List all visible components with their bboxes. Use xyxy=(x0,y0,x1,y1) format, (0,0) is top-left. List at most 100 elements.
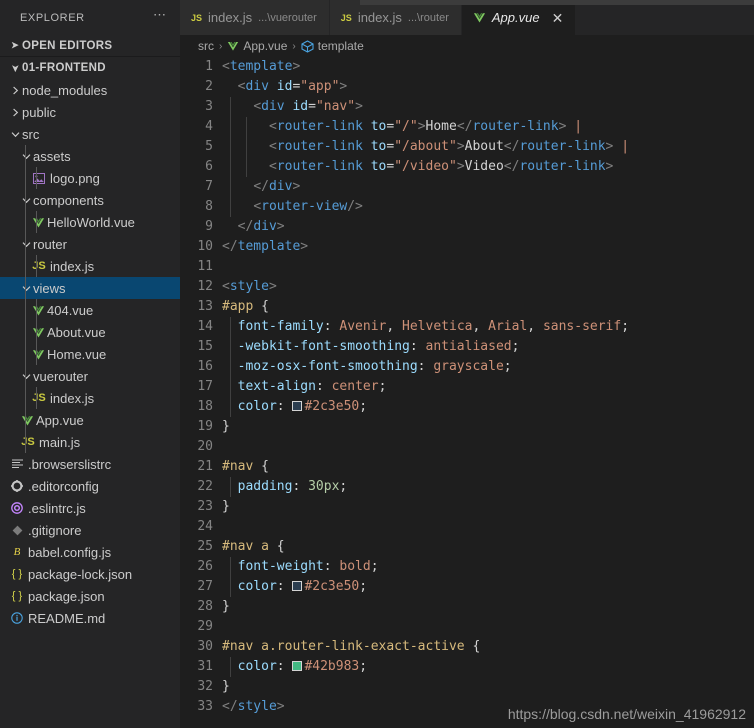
ellipsis-icon[interactable]: ⋯ xyxy=(153,8,168,25)
code-token: ; xyxy=(621,319,630,334)
code-line[interactable]: 26 font-weight: bold; xyxy=(180,557,754,577)
js-icon: JS xyxy=(340,12,352,23)
tree-folder-router[interactable]: router xyxy=(0,233,180,255)
code-token: 30px xyxy=(308,479,340,494)
breadcrumb-label: template xyxy=(317,39,364,53)
code-line[interactable]: 16 -moz-osx-font-smoothing: grayscale; xyxy=(180,357,754,377)
code-line[interactable]: 11 xyxy=(180,257,754,277)
code-editor[interactable]: 1 <template> 2 <div id="app"> 3 <div id="na… xyxy=(180,57,754,728)
code-line[interactable]: 21 #nav { xyxy=(180,457,754,477)
code-token: router-link xyxy=(276,159,363,174)
tree-item-label: node_modules xyxy=(22,82,108,98)
line-number: 10 xyxy=(197,239,213,254)
code-line[interactable]: 13 #app { xyxy=(180,297,754,317)
code-line[interactable]: 17 text-align: center; xyxy=(180,377,754,397)
color-swatch[interactable] xyxy=(292,661,303,671)
tree-file-eslintrc-js[interactable]: .eslintrc.js xyxy=(0,497,180,519)
code-line[interactable]: 3 <div id="nav"> xyxy=(180,97,754,117)
code-line[interactable]: 19} xyxy=(180,417,754,437)
code-indent-guide xyxy=(230,317,231,337)
code-token: router-link xyxy=(472,119,559,134)
code-line[interactable]: 8 <router-view/> xyxy=(180,197,754,217)
code-line[interactable]: 25 #nav a { xyxy=(180,537,754,557)
code-token: > xyxy=(456,139,465,154)
tree-file-editorconfig[interactable]: .editorconfig xyxy=(0,475,180,497)
code-line[interactable]: 30 #nav a.router-link-exact-active { xyxy=(180,637,754,657)
code-line[interactable]: 32} xyxy=(180,677,754,697)
code-line[interactable]: 7 </div> xyxy=(180,177,754,197)
code-line[interactable]: 24 xyxy=(180,517,754,537)
code-line[interactable]: 5 <router-link to="/about">About</router… xyxy=(180,137,754,157)
tree-folder-src[interactable]: src xyxy=(0,123,180,145)
code-line[interactable]: 10 </template> xyxy=(180,237,754,257)
indent-guide xyxy=(36,387,37,409)
tree-file-readme-md[interactable]: README.md xyxy=(0,607,180,629)
code-token: < xyxy=(253,199,262,214)
tree-folder-assets[interactable]: assets xyxy=(0,145,180,167)
code-line-content: -moz-osx-font-smoothing: grayscale; xyxy=(222,357,754,377)
code-line[interactable]: 18 color: #2c3e50; xyxy=(180,397,754,417)
chevron-right-icon xyxy=(8,86,22,95)
tree-folder-vuerouter[interactable]: vuerouter xyxy=(0,365,180,387)
breadcrumb-item-app-vue[interactable]: App.vue xyxy=(227,39,287,53)
editor-tab-app-vue[interactable]: App.vue ✕ xyxy=(461,0,577,35)
tree-file-main-js[interactable]: JS main.js xyxy=(0,431,180,453)
line-number: 23 xyxy=(197,499,213,514)
code-line[interactable]: 28} xyxy=(180,597,754,617)
code-line[interactable]: 20 xyxy=(180,437,754,457)
color-swatch[interactable] xyxy=(292,401,303,411)
tree-file-package-lock-json[interactable]: { } package-lock.json xyxy=(0,563,180,585)
line-number: 21 xyxy=(197,459,213,474)
code-line[interactable]: 6 <router-link to="/video">Video</router… xyxy=(180,157,754,177)
tree-folder-node-modules[interactable]: node_modules xyxy=(0,79,180,101)
code-line[interactable]: 4 <router-link to="/">Home</router-link>… xyxy=(180,117,754,137)
breadcrumb-item-src[interactable]: src xyxy=(198,39,214,53)
tree-file-index-js[interactable]: JS index.js xyxy=(0,255,180,277)
tree-file-package-json[interactable]: { } package.json xyxy=(0,585,180,607)
code-line[interactable]: 29 xyxy=(180,617,754,637)
color-swatch[interactable] xyxy=(292,581,303,591)
code-line[interactable]: 15 -webkit-font-smoothing: antialiased; xyxy=(180,337,754,357)
tree-file-index-js[interactable]: JS index.js xyxy=(0,387,180,409)
tree-file-about-vue[interactable]: About.vue xyxy=(0,321,180,343)
code-token: < xyxy=(222,59,230,74)
tree-folder-components[interactable]: components xyxy=(0,189,180,211)
editor-tab-index-js[interactable]: JS index.js ...\vuerouter xyxy=(180,0,330,35)
code-line[interactable]: 22 padding: 30px; xyxy=(180,477,754,497)
line-number: 27 xyxy=(197,579,213,594)
line-number: 18 xyxy=(197,399,213,414)
tree-file-helloworld-vue[interactable]: HelloWorld.vue xyxy=(0,211,180,233)
code-line[interactable]: 1 <template> xyxy=(180,57,754,77)
code-line[interactable]: 12 <style> xyxy=(180,277,754,297)
editor-tab-index-js[interactable]: JS index.js ...\router xyxy=(329,0,462,35)
chevron-right-icon xyxy=(8,108,22,117)
code-line[interactable]: 33 </style> xyxy=(180,697,754,717)
code-line[interactable]: 14 font-family: Avenir, Helvetica, Arial… xyxy=(180,317,754,337)
tree-folder-public[interactable]: public xyxy=(0,101,180,123)
tree-file-home-vue[interactable]: Home.vue xyxy=(0,343,180,365)
line-number: 17 xyxy=(197,379,213,394)
code-line[interactable]: 31 color: #42b983; xyxy=(180,657,754,677)
indent-guide xyxy=(25,167,26,189)
breadcrumb-item-template[interactable]: template xyxy=(301,39,364,53)
code-line[interactable]: 23} xyxy=(180,497,754,517)
code-indent-guide xyxy=(246,157,247,177)
code-token: Avenir xyxy=(339,319,387,334)
breadcrumb[interactable]: src › App.vue › template xyxy=(180,35,754,57)
tree-folder-views[interactable]: views xyxy=(0,277,180,299)
code-line[interactable]: 27 color: #2c3e50; xyxy=(180,577,754,597)
project-root-section[interactable]: ➤ 01-FRONTEND xyxy=(0,57,180,79)
open-editors-section[interactable]: ➤ OPEN EDITORS xyxy=(0,35,180,57)
tree-file-gitignore[interactable]: .gitignore xyxy=(0,519,180,541)
tree-file-logo-png[interactable]: logo.png xyxy=(0,167,180,189)
tree-file-browserslistrc[interactable]: .browserslistrc xyxy=(0,453,180,475)
line-number: 3 xyxy=(205,99,213,114)
tree-file-babel-config-js[interactable]: Bbabel.config.js xyxy=(0,541,180,563)
code-line[interactable]: 9 </div> xyxy=(180,217,754,237)
tree-file-app-vue[interactable]: App.vue xyxy=(0,409,180,431)
code-token: : xyxy=(417,359,426,374)
close-icon[interactable]: ✕ xyxy=(552,11,564,25)
tree-file-404-vue[interactable]: 404.vue xyxy=(0,299,180,321)
code-line[interactable]: 2 <div id="app"> xyxy=(180,77,754,97)
